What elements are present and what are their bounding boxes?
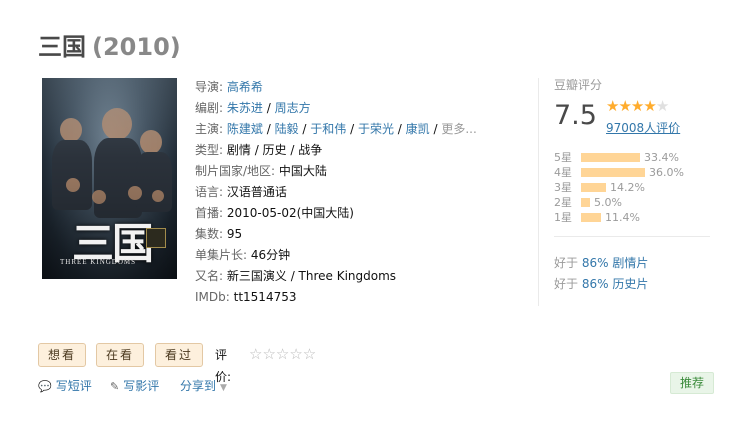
rating-label: 豆瓣评分 bbox=[554, 78, 603, 92]
imdb-label: IMDb: bbox=[195, 290, 230, 304]
runtime-label: 单集片长: bbox=[195, 248, 248, 262]
write-short-review-link[interactable]: 💬 写短评 bbox=[38, 378, 92, 395]
distribution-star-label: 1星 bbox=[554, 211, 572, 224]
better-than-link[interactable]: 86% 历史片 bbox=[582, 277, 649, 291]
writer-link[interactable]: 周志方 bbox=[275, 101, 311, 115]
info-aka: 又名: 新三国演义 / Three Kingdoms bbox=[195, 266, 477, 287]
page-title: 三国 (2010) bbox=[38, 30, 181, 64]
info-writer: 编剧: 朱苏进 / 周志方 bbox=[195, 101, 311, 115]
cast-more-link[interactable]: 更多... bbox=[441, 122, 476, 136]
distribution-bar bbox=[581, 168, 645, 177]
info-episodes: 集数: 95 bbox=[195, 224, 477, 245]
write-review-link[interactable]: ✎ 写影评 bbox=[110, 378, 159, 395]
rating-divider bbox=[554, 236, 710, 237]
poster-seal-icon bbox=[146, 228, 166, 248]
info-imdb: IMDb: tt1514753 bbox=[195, 287, 477, 308]
write-review-label: 写影评 bbox=[123, 379, 160, 393]
rating-box: 豆瓣评分 7.5 ★★★★★ 97008人评价 bbox=[554, 76, 712, 135]
star-icon: ★ bbox=[643, 97, 656, 115]
writer-link[interactable]: 朱苏进 bbox=[227, 101, 263, 115]
better-than-prefix: 好于 bbox=[554, 256, 579, 270]
cast-link[interactable]: 康凯 bbox=[406, 122, 430, 136]
genre-value: 剧情 / 历史 / 战争 bbox=[226, 143, 323, 157]
rating-stars: ★★★★★ bbox=[606, 97, 669, 115]
want-to-watch-button[interactable]: 想看 bbox=[38, 343, 86, 367]
language-label: 语言: bbox=[195, 185, 224, 199]
cast-link[interactable]: 陈建斌 bbox=[227, 122, 263, 136]
premiere-value: 2010-05-02(中国大陆) bbox=[226, 206, 354, 220]
recommend-button[interactable]: 推荐 bbox=[670, 372, 714, 394]
share-label: 分享到 bbox=[180, 379, 217, 393]
episodes-label: 集数: bbox=[195, 227, 224, 241]
distribution-bar bbox=[581, 183, 606, 192]
country-label: 制片国家/地区: bbox=[195, 164, 276, 178]
better-than-prefix: 好于 bbox=[554, 277, 579, 291]
director-link[interactable]: 高希希 bbox=[227, 80, 263, 94]
info-cast: 主演: 陈建斌 / 陆毅 / 于和伟 / 于荣光 / 康凯 / 更多... bbox=[195, 122, 477, 136]
write-short-review-label: 写短评 bbox=[55, 379, 92, 393]
cast-label: 主演 bbox=[195, 122, 220, 136]
country-value: 中国大陆 bbox=[278, 164, 327, 178]
distribution-percent: 36.0% bbox=[649, 166, 684, 179]
distribution-bar bbox=[581, 198, 590, 207]
info-country: 制片国家/地区: 中国大陆 bbox=[195, 161, 477, 182]
cast-link[interactable]: 陆毅 bbox=[275, 122, 299, 136]
title-year: (2010) bbox=[92, 33, 181, 61]
pencil-icon: ✎ bbox=[110, 380, 120, 393]
distribution-percent: 11.4% bbox=[605, 211, 640, 224]
info-premiere: 首播: 2010-05-02(中国大陆) bbox=[195, 203, 477, 224]
writer-label: 编剧 bbox=[195, 101, 220, 115]
rate-stars-input[interactable]: ☆☆☆☆☆ bbox=[249, 343, 316, 365]
star-empty-icon: ★ bbox=[655, 97, 669, 115]
imdb-value: tt1514753 bbox=[233, 290, 297, 304]
star-icon: ★ bbox=[630, 97, 644, 115]
distribution-percent: 14.2% bbox=[610, 181, 645, 194]
cast-link[interactable]: 于和伟 bbox=[310, 122, 346, 136]
poster-subtitle: THREE KINGDOMS bbox=[60, 258, 137, 266]
caret-down-icon: ▼ bbox=[220, 383, 227, 393]
star-icon: ★ bbox=[618, 97, 631, 115]
vertical-divider bbox=[538, 78, 539, 306]
aka-label: 又名: bbox=[195, 269, 224, 283]
title-text: 三国 bbox=[38, 33, 86, 61]
comment-icon: 💬 bbox=[38, 380, 52, 393]
distribution-percent: 33.4% bbox=[644, 151, 679, 164]
distribution-bar bbox=[581, 213, 601, 222]
distribution-star-label: 4星 bbox=[554, 166, 572, 179]
info-director: 导演: 高希希 bbox=[195, 80, 263, 94]
distribution-star-label: 3星 bbox=[554, 181, 572, 194]
votes-link[interactable]: 97008人评价 bbox=[606, 119, 680, 136]
info-panel: 导演: 高希希 编剧: 朱苏进 / 周志方 主演: 陈建斌 / 陆毅 / 于和伟… bbox=[195, 77, 477, 308]
cast-link[interactable]: 于荣光 bbox=[358, 122, 394, 136]
distribution-percent: 5.0% bbox=[594, 196, 622, 209]
aka-value: 新三国演义 / Three Kingdoms bbox=[226, 269, 397, 283]
better-than-link[interactable]: 86% 剧情片 bbox=[582, 256, 649, 270]
episodes-value: 95 bbox=[226, 227, 243, 241]
distribution-star-label: 5星 bbox=[554, 151, 572, 164]
better-than-row: 好于 86% 历史片 bbox=[554, 275, 648, 292]
info-runtime: 单集片长: 46分钟 bbox=[195, 245, 477, 266]
genre-label: 类型: bbox=[195, 143, 224, 157]
runtime-value: 46分钟 bbox=[250, 248, 291, 262]
distribution-star-label: 2星 bbox=[554, 196, 572, 209]
star-icon: ★ bbox=[606, 97, 619, 115]
watching-button[interactable]: 在看 bbox=[96, 343, 144, 367]
info-genre: 类型: 剧情 / 历史 / 战争 bbox=[195, 140, 477, 161]
better-than-row: 好于 86% 剧情片 bbox=[554, 254, 648, 271]
director-label: 导演 bbox=[195, 80, 220, 94]
info-language: 语言: 汉语普通话 bbox=[195, 182, 477, 203]
poster-image[interactable]: 三国 THREE KINGDOMS bbox=[42, 78, 177, 279]
language-value: 汉语普通话 bbox=[226, 185, 287, 199]
share-link[interactable]: 分享到 ▼ bbox=[180, 378, 227, 396]
premiere-label: 首播: bbox=[195, 206, 224, 220]
watched-button[interactable]: 看过 bbox=[155, 343, 203, 367]
rating-score: 7.5 bbox=[554, 100, 597, 131]
distribution-bar bbox=[581, 153, 640, 162]
